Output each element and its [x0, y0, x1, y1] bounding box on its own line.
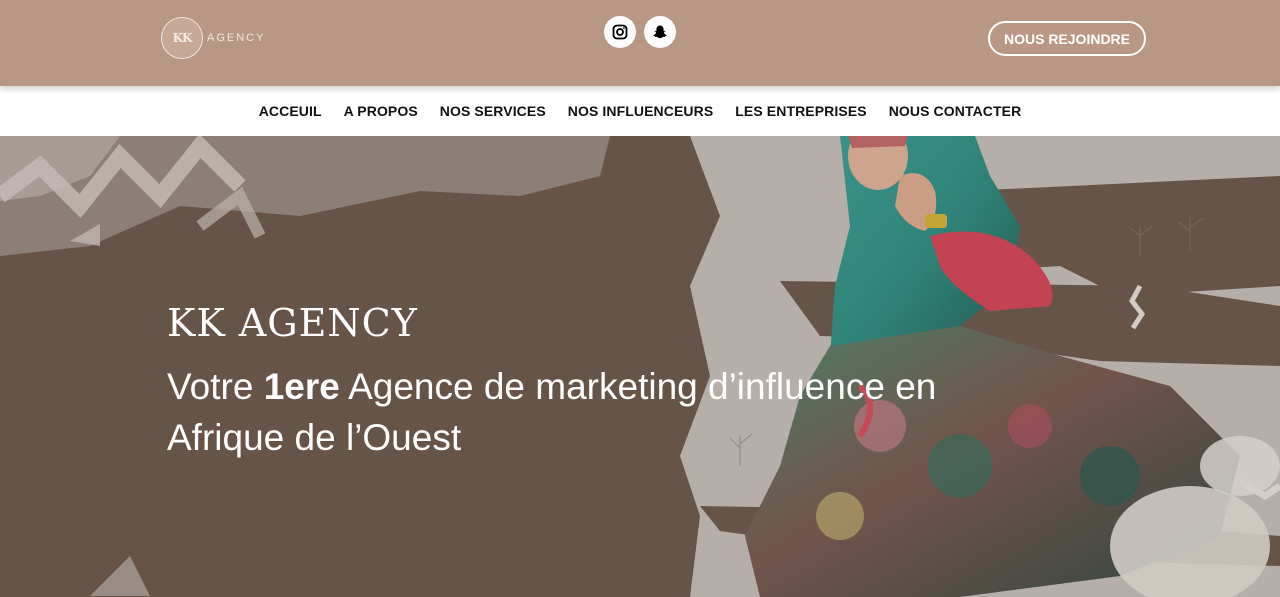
agency-logo[interactable]: KK AGENCY — [161, 17, 265, 59]
instagram-icon — [612, 24, 628, 40]
social-links — [604, 16, 676, 48]
nav-item-accueil[interactable]: ACCEUIL — [259, 103, 322, 119]
nav-item-a-propos[interactable]: A PROPOS — [344, 103, 418, 119]
top-header: KK AGENCY NOUS REJOINDRE — [0, 0, 1280, 86]
hero-section: KK AGENCY Votre 1ere Agence de marketing… — [0, 136, 1280, 597]
hero-tagline: Votre 1ere Agence de marketing d’influen… — [167, 361, 1047, 463]
logo-initials: KK — [172, 31, 193, 45]
tagline-bold: 1ere — [263, 366, 340, 407]
nav-item-services[interactable]: NOS SERVICES — [440, 103, 546, 119]
nav-item-contact[interactable]: NOUS CONTACTER — [889, 103, 1022, 119]
snapchat-icon — [653, 25, 667, 39]
nav-item-entreprises[interactable]: LES ENTREPRISES — [735, 103, 866, 119]
hero-brand-title: KK AGENCY — [167, 301, 418, 345]
nav-item-influenceurs[interactable]: NOS INFLUENCEURS — [568, 103, 714, 119]
instagram-link[interactable] — [604, 16, 636, 48]
main-nav: ACCEUIL A PROPOS NOS SERVICES NOS INFLUE… — [0, 86, 1280, 136]
logo-badge: KK — [161, 17, 203, 59]
tagline-prefix: Votre — [167, 366, 264, 407]
snapchat-link[interactable] — [644, 16, 676, 48]
join-button[interactable]: NOUS REJOINDRE — [988, 21, 1146, 56]
logo-word: AGENCY — [207, 32, 266, 44]
